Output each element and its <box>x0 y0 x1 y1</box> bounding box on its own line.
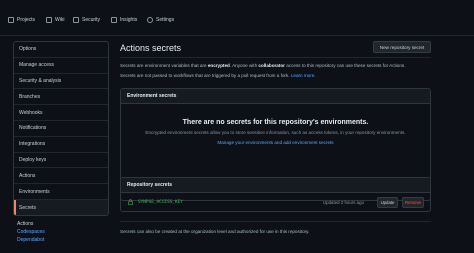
sidebar-item-actions[interactable]: Actions <box>14 168 108 185</box>
sidebar-item-label: Actions <box>19 172 36 179</box>
sidebar-item-branches[interactable]: Branches <box>14 89 108 106</box>
lock-icon <box>128 199 133 205</box>
sidebar-item-label: Environments <box>19 188 50 195</box>
sidebar-item-label: Secrets <box>19 204 36 211</box>
divider <box>120 221 431 222</box>
repository-secrets-header: Repository secrets <box>121 178 430 193</box>
sidebar-item-label: Branches <box>19 93 41 100</box>
desc-encrypted: encrypted <box>207 63 230 68</box>
nav-insights-label: Insights <box>120 17 138 23</box>
sublist-title[interactable]: Actions <box>17 221 45 227</box>
nav-wiki-label: Wiki <box>55 17 65 23</box>
fork-description: Secrets are not passed to workflows that… <box>120 73 316 78</box>
manage-environments-link[interactable]: Manage your environments and add environ… <box>121 140 430 145</box>
secret-name: SYNPSE_ACCESS_KEY <box>138 200 183 205</box>
blankslate-title: There are no secrets for this repository… <box>182 119 369 126</box>
desc-collaborator: collaborator <box>258 63 285 68</box>
learn-more-link[interactable]: Learn more. <box>291 73 316 78</box>
sidebar-item-webhooks[interactable]: Webhooks <box>14 105 108 121</box>
sidebar-item-label: Webhooks <box>19 109 43 116</box>
sidebar-item-environments[interactable]: Environments <box>14 184 108 200</box>
repo-nav: Projects Wiki Security Insights Settings <box>0 0 474 36</box>
sublist-link-codespaces[interactable]: Codespaces <box>17 229 45 237</box>
nav-projects[interactable]: Projects <box>8 17 35 23</box>
sidebar-item-options[interactable]: Options <box>14 42 108 58</box>
desc-text: access to this repository can use these … <box>284 63 406 68</box>
sidebar-item-notifications[interactable]: Notifications <box>14 121 108 137</box>
secrets-sublist: Actions Codespaces Dependabot <box>17 221 45 244</box>
sidebar-item-label: Notifications <box>19 125 47 132</box>
sidebar-item-secrets[interactable]: Secrets <box>14 199 108 215</box>
sidebar-item-label: Integrations <box>19 141 46 148</box>
sublist-link-dependabot[interactable]: Dependabot <box>17 237 45 245</box>
sidebar-item-integrations[interactable]: Integrations <box>14 137 108 153</box>
gear-icon <box>147 17 153 23</box>
sidebar-item-label: Options <box>19 46 37 53</box>
nav-security[interactable]: Security <box>73 17 100 23</box>
projects-icon <box>8 17 14 23</box>
remove-secret-button[interactable]: Remove <box>402 197 424 208</box>
divider <box>120 57 431 58</box>
nav-projects-label: Projects <box>17 17 36 23</box>
new-repository-secret-button[interactable]: New repository secret <box>373 41 431 53</box>
settings-sidebar: Options Manage access Security & analysi… <box>13 41 109 216</box>
environment-secrets-header: Environment secrets <box>121 89 430 104</box>
graph-icon <box>111 17 117 23</box>
desc-text: . Anyone with <box>229 63 259 68</box>
secret-row: SYNPSE_ACCESS_KEY Updated 2 hours ago Up… <box>121 194 430 211</box>
nav-security-label: Security <box>82 17 101 23</box>
desc-text: Secrets are not passed to workflows that… <box>120 73 291 78</box>
sidebar-item-manage-access[interactable]: Manage access <box>14 58 108 74</box>
page-title: Actions secrets <box>120 43 182 53</box>
book-icon <box>46 17 52 23</box>
shield-icon <box>73 17 79 23</box>
sidebar-item-label: Security & analysis <box>19 77 62 84</box>
sidebar-item-deploy-keys[interactable]: Deploy keys <box>14 153 108 169</box>
nav-wiki[interactable]: Wiki <box>46 17 64 23</box>
sidebar-item-label: Deploy keys <box>19 156 47 163</box>
nav-settings-label: Settings <box>156 17 175 23</box>
blankslate-text: Encrypted environment secrets allow you … <box>145 130 406 135</box>
org-secrets-note: Secrets can also be created at the organ… <box>120 229 310 234</box>
secrets-description: Secrets are environment variables that a… <box>120 63 405 68</box>
update-secret-button[interactable]: Update <box>377 197 398 208</box>
desc-text: Secrets are environment variables that a… <box>120 63 208 68</box>
nav-settings[interactable]: Settings <box>147 17 174 23</box>
repository-secrets-box: Repository secrets SYNPSE_ACCESS_KEY Upd… <box>120 177 431 212</box>
sidebar-item-label: Manage access <box>19 62 55 69</box>
secret-updated: Updated 2 hours ago <box>323 200 365 205</box>
nav-insights[interactable]: Insights <box>111 17 137 23</box>
sidebar-item-security-analysis[interactable]: Security & analysis <box>14 74 108 90</box>
